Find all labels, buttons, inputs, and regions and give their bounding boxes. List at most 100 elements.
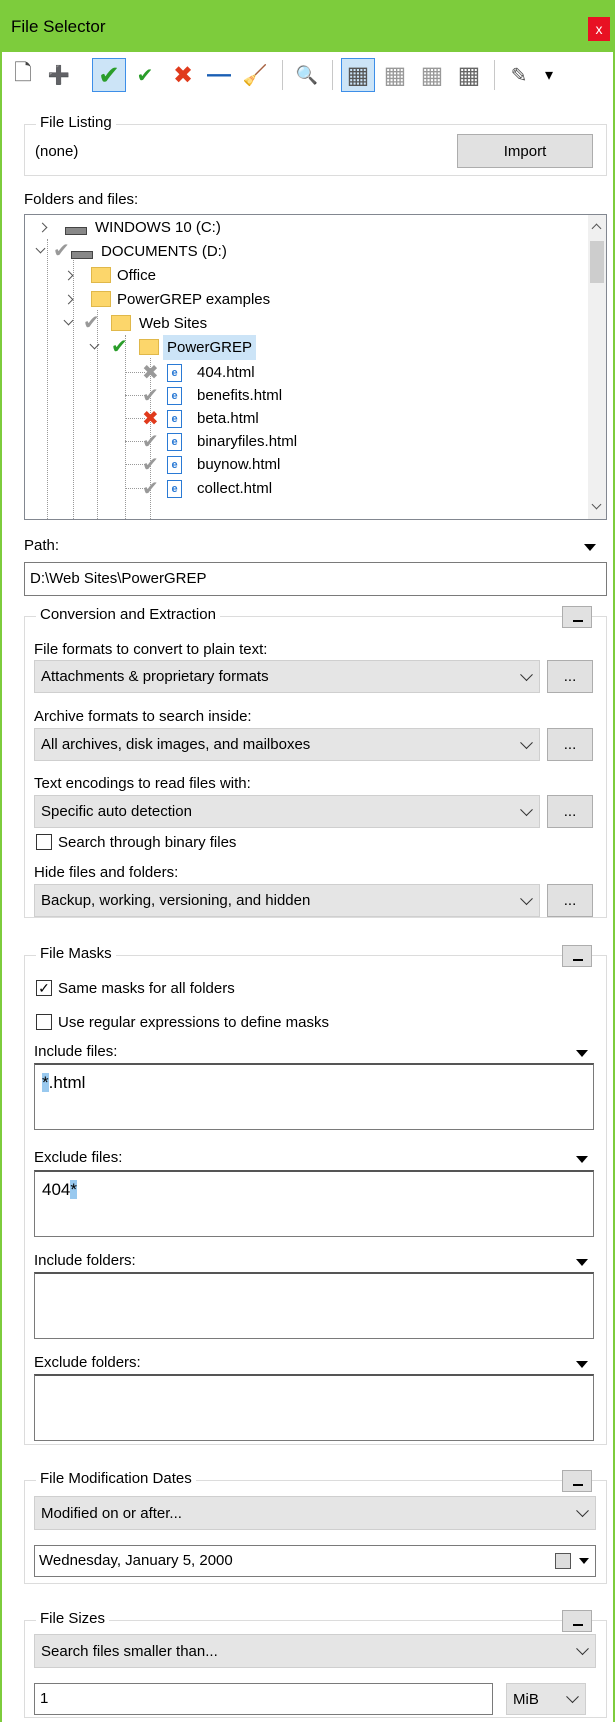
chevron-down-icon [566, 1690, 579, 1704]
html-file-icon: e [167, 364, 182, 382]
collapse-masks-button[interactable] [562, 945, 592, 967]
hide-more-button[interactable]: ... [547, 884, 593, 917]
include-folders-label: Include folders: [34, 1252, 136, 1269]
file-listing-label: File Listing [36, 114, 116, 131]
title-bar: File Selector x [0, 0, 615, 52]
same-masks-label: Same masks for all folders [58, 980, 235, 997]
check-icon: ✔ [142, 385, 159, 407]
cross-icon: ✖ [142, 408, 159, 430]
path-input[interactable]: D:\Web Sites\PowerGREP [24, 562, 607, 596]
chevron-down-icon[interactable] [35, 243, 46, 254]
exclude-files-input[interactable]: 404* [34, 1170, 594, 1237]
hide-label: Hide files and folders: [34, 864, 179, 881]
tree-scrollbar[interactable] [588, 215, 606, 519]
dates-mode-select[interactable]: Modified on or after... [34, 1496, 596, 1530]
formats-label: File formats to convert to plain text: [34, 641, 268, 658]
encodings-more-button[interactable]: ... [547, 795, 593, 828]
calendar-icon[interactable] [555, 1553, 571, 1569]
check-icon: ✔ [53, 240, 70, 262]
html-file-icon: e [167, 387, 182, 405]
toolbar-separator [494, 60, 495, 90]
exclude-folders-label: Exclude folders: [34, 1354, 141, 1371]
dropdown-icon[interactable]: ▾ [532, 58, 566, 92]
formats-more-button[interactable]: ... [547, 660, 593, 693]
include-files-label: Include files: [34, 1043, 118, 1060]
date-value: Wednesday, January 5, 2000 [39, 1552, 233, 1569]
path-history-icon[interactable] [584, 544, 596, 551]
include-files-icon[interactable]: ✔ [128, 58, 162, 92]
encodings-label: Text encodings to read files with: [34, 775, 251, 792]
chevron-down-icon [576, 1642, 589, 1656]
size-value-input[interactable]: 1 [34, 1683, 493, 1715]
window-title: File Selector [11, 17, 106, 36]
chevron-right-icon[interactable] [63, 294, 74, 305]
include-folders-input[interactable] [34, 1272, 594, 1339]
collapse-sizes-button[interactable] [562, 1610, 592, 1632]
close-button[interactable]: x [588, 17, 610, 41]
edit-icon[interactable]: ✎ [502, 58, 536, 92]
new-icon[interactable]: 🗋 [6, 58, 40, 92]
hide-select[interactable]: Backup, working, versioning, and hidden [34, 884, 540, 917]
chevron-right-icon[interactable] [63, 270, 74, 281]
archives-select[interactable]: All archives, disk images, and mailboxes [34, 728, 540, 761]
broom-icon[interactable]: 🧹 [238, 58, 272, 92]
exclude-icon[interactable]: ✖ [166, 58, 200, 92]
html-file-icon: e [167, 456, 182, 474]
sizes-mode-select[interactable]: Search files smaller than... [34, 1634, 596, 1668]
chevron-down-icon [520, 735, 533, 749]
include-icon[interactable]: ✔ [92, 58, 126, 92]
file-listing-value: (none) [35, 143, 79, 160]
filter-d-icon[interactable]: ▦ [452, 58, 486, 92]
html-file-icon: e [167, 410, 182, 428]
toolbar-separator [282, 60, 283, 90]
filter-c-icon[interactable]: ▦ [415, 58, 449, 92]
encodings-select[interactable]: Specific auto detection [34, 795, 540, 828]
binary-label: Search through binary files [58, 834, 237, 851]
include-files-menu-icon[interactable] [576, 1050, 588, 1057]
check-icon: ✔ [111, 336, 128, 358]
regex-checkbox[interactable] [36, 1014, 52, 1030]
chevron-right-icon[interactable] [37, 222, 48, 233]
chevron-down-icon [520, 667, 533, 681]
date-dropdown-icon[interactable] [579, 1558, 589, 1564]
size-unit-select[interactable]: MiB [506, 1683, 586, 1715]
folder-icon [139, 339, 159, 355]
folder-icon [91, 267, 111, 283]
chevron-down-icon [520, 802, 533, 816]
clear-icon[interactable]: — [202, 58, 236, 92]
check-icon: ✔ [142, 478, 159, 500]
filter-a-icon[interactable]: ▦ [341, 58, 375, 92]
archives-more-button[interactable]: ... [547, 728, 593, 761]
archives-label: Archive formats to search inside: [34, 708, 252, 725]
toolbar: 🗋 ➕ ✔ ✔ ✖ — 🧹 🔍 ▦ ▦ ▦ ▦ ✎ ▾ [2, 52, 613, 98]
view-icon[interactable]: 🔍 [290, 58, 324, 92]
masks-label: File Masks [36, 945, 116, 962]
date-picker[interactable]: Wednesday, January 5, 2000 [34, 1545, 596, 1577]
regex-label: Use regular expressions to define masks [58, 1014, 329, 1031]
scroll-down-icon[interactable] [591, 499, 602, 510]
check-icon: ✔ [83, 312, 100, 334]
formats-select[interactable]: Attachments & proprietary formats [34, 660, 540, 693]
chevron-down-icon[interactable] [63, 315, 74, 326]
exclude-folders-input[interactable] [34, 1374, 594, 1441]
exclude-files-label: Exclude files: [34, 1149, 123, 1166]
collapse-conversion-button[interactable] [562, 606, 592, 628]
folder-tree[interactable]: WINDOWS 10 (C:) ✔ DOCUMENTS (D:) Office … [24, 214, 607, 520]
sizes-label: File Sizes [36, 1610, 110, 1627]
exclude-folders-menu-icon[interactable] [576, 1361, 588, 1368]
folders-label: Folders and files: [24, 191, 139, 208]
check-icon: ✔ [142, 431, 159, 453]
binary-checkbox[interactable] [36, 834, 52, 850]
scroll-thumb[interactable] [590, 241, 604, 283]
scroll-up-icon[interactable] [591, 223, 602, 234]
import-button[interactable]: Import [457, 134, 593, 168]
chevron-down-icon [576, 1504, 589, 1518]
include-files-input[interactable]: *.html [34, 1063, 594, 1130]
exclude-files-menu-icon[interactable] [576, 1156, 588, 1163]
add-folder-icon[interactable]: ➕ [42, 58, 76, 92]
include-folders-menu-icon[interactable] [576, 1259, 588, 1266]
same-masks-checkbox[interactable]: ✓ [36, 980, 52, 996]
drive-icon [65, 227, 87, 235]
filter-b-icon[interactable]: ▦ [378, 58, 412, 92]
collapse-dates-button[interactable] [562, 1470, 592, 1492]
